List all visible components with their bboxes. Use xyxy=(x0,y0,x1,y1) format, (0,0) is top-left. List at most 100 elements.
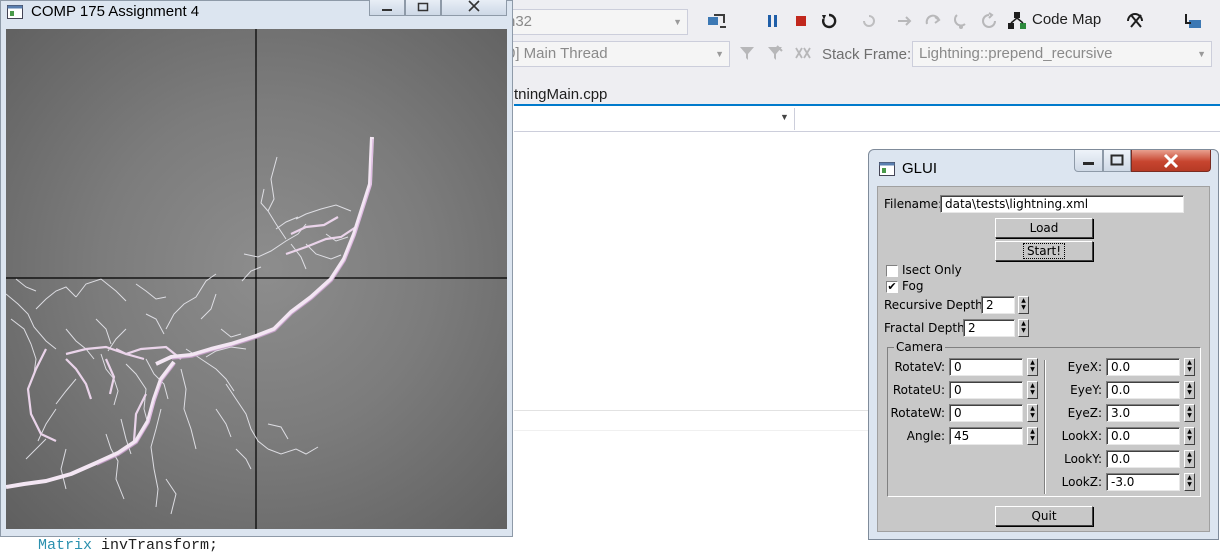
lookz-spinner[interactable]: ▲ ▼ xyxy=(1184,473,1195,491)
load-button[interactable]: Load xyxy=(995,218,1093,238)
start-button-label: Start! xyxy=(1022,243,1066,259)
close-icon xyxy=(467,0,481,15)
chevron-down-icon: ▼ xyxy=(1197,49,1206,59)
rotatew-label: RotateW: xyxy=(890,406,946,420)
opengl-window: COMP 175 Assignment 4 xyxy=(0,0,513,537)
step-back-icon[interactable] xyxy=(978,10,1000,32)
editor-divider xyxy=(514,430,874,431)
thread-combo[interactable]: 0] Main Thread ▼ xyxy=(500,41,730,67)
fractal-depth-label: Fractal Depth xyxy=(884,321,965,335)
rotatev-field[interactable]: 0 xyxy=(949,358,1023,376)
eyez-field[interactable]: 3.0 xyxy=(1106,404,1180,422)
chevron-down-icon: ▼ xyxy=(673,17,682,27)
recursive-depth-field[interactable]: 2 xyxy=(981,296,1015,314)
quit-button[interactable]: Quit xyxy=(995,506,1093,526)
maximize-button[interactable] xyxy=(1103,150,1131,172)
close-button[interactable] xyxy=(441,0,507,16)
stop-icon[interactable] xyxy=(790,10,812,32)
editor-tab[interactable]: tningMain.cpp xyxy=(514,86,607,103)
angle-field[interactable]: 45 xyxy=(949,427,1023,445)
exceptions-icon[interactable] xyxy=(1124,10,1146,32)
code-map-icon[interactable] xyxy=(1006,10,1028,32)
lookz-field[interactable]: -3.0 xyxy=(1106,473,1180,491)
rotatev-spinner[interactable]: ▲ ▼ xyxy=(1027,358,1038,376)
camera-panel: Camera RotateV: 0 ▲ ▼ RotateU: 0 ▲ ▼ Rotat… xyxy=(887,340,1201,497)
recursive-depth-label: Recursive Depth xyxy=(884,298,983,312)
maximize-button[interactable] xyxy=(405,0,441,16)
step-out-icon[interactable] xyxy=(950,10,972,32)
solution-platform-combo[interactable]: n32 ▼ xyxy=(500,9,688,35)
fractal-depth-spinner[interactable]: ▲ ▼ xyxy=(1018,319,1029,337)
maximize-icon xyxy=(1110,154,1124,166)
lookx-spinner[interactable]: ▲ ▼ xyxy=(1184,427,1195,445)
fractal-depth-field[interactable]: 2 xyxy=(963,319,1015,337)
eyey-field[interactable]: 0.0 xyxy=(1106,381,1180,399)
nav-bar-divider xyxy=(794,108,795,130)
angle-label: Angle: xyxy=(906,429,945,443)
rotateu-label: RotateU: xyxy=(892,383,945,397)
show-next-statement-icon[interactable] xyxy=(858,10,880,32)
rotatew-field[interactable]: 0 xyxy=(949,404,1023,422)
close-button[interactable] xyxy=(1131,150,1211,172)
camera-panel-title: Camera xyxy=(894,340,946,354)
load-button-label: Load xyxy=(1029,221,1059,235)
recursive-depth-spinner[interactable]: ▲ ▼ xyxy=(1018,296,1029,314)
rotateu-field[interactable]: 0 xyxy=(949,381,1023,399)
lookx-label: LookX: xyxy=(1061,429,1102,443)
expand-callstack-icon[interactable] xyxy=(792,42,814,64)
eyez-spinner[interactable]: ▲ ▼ xyxy=(1184,404,1195,422)
process-attach-icon[interactable] xyxy=(706,10,728,32)
step-into-specific-icon[interactable] xyxy=(1182,10,1204,32)
start-button[interactable]: Start! xyxy=(995,241,1093,261)
lookx-field[interactable]: 0.0 xyxy=(1106,427,1180,445)
close-icon xyxy=(1163,153,1179,168)
filter-icon[interactable] xyxy=(736,42,758,64)
isect-only-checkbox[interactable] xyxy=(886,265,898,277)
lookz-label: LookZ: xyxy=(1061,475,1102,489)
thread-value: 0] Main Thread xyxy=(507,45,608,62)
pause-icon[interactable] xyxy=(762,10,784,32)
looky-field[interactable]: 0.0 xyxy=(1106,450,1180,468)
editor-divider xyxy=(514,410,874,411)
step-over-icon[interactable] xyxy=(922,10,944,32)
minimize-button[interactable] xyxy=(369,0,405,16)
maximize-icon xyxy=(417,1,429,15)
minimize-button[interactable] xyxy=(1074,150,1103,172)
angle-spinner[interactable]: ▲ ▼ xyxy=(1027,427,1038,445)
fog-label: Fog xyxy=(902,279,924,293)
stack-frame-combo[interactable]: Lightning::prepend_recursive ▼ xyxy=(912,41,1212,67)
code-map-label[interactable]: Code Map xyxy=(1032,11,1101,28)
eyey-spinner[interactable]: ▲ ▼ xyxy=(1184,381,1195,399)
eyey-label: EyeY: xyxy=(1070,383,1102,397)
lightning-mid-branches xyxy=(26,216,357,442)
opengl-titlebar[interactable]: COMP 175 Assignment 4 xyxy=(1,0,512,25)
eyex-label: EyeX: xyxy=(1067,360,1102,374)
eyex-field[interactable]: 0.0 xyxy=(1106,358,1180,376)
step-into-icon[interactable] xyxy=(894,10,916,32)
looky-label: LookY: xyxy=(1064,452,1102,466)
lightning-main-bolt xyxy=(6,136,374,489)
restart-icon[interactable] xyxy=(818,10,840,32)
chevron-down-icon: ▼ xyxy=(715,49,724,59)
rotatev-label: RotateV: xyxy=(894,360,945,374)
stack-frame-label: Stack Frame: xyxy=(822,46,912,63)
lightning-render xyxy=(6,29,507,529)
app-window-icon xyxy=(879,162,895,179)
isect-only-label: Isect Only xyxy=(902,263,962,277)
opengl-canvas[interactable] xyxy=(6,29,507,529)
rotatew-spinner[interactable]: ▲ ▼ xyxy=(1027,404,1038,422)
camera-column-divider xyxy=(1044,360,1046,494)
window-title: COMP 175 Assignment 4 xyxy=(31,3,200,20)
navigation-bar[interactable]: ▼ xyxy=(514,106,1220,132)
filename-field[interactable]: data\tests\lightning.xml xyxy=(940,195,1184,213)
checkmark-icon: ✔ xyxy=(887,280,897,293)
fog-checkbox[interactable]: ✔ xyxy=(886,281,898,293)
minimize-icon xyxy=(381,1,393,15)
eyex-spinner[interactable]: ▲ ▼ xyxy=(1184,358,1195,376)
looky-spinner[interactable]: ▲ ▼ xyxy=(1184,450,1195,468)
rotateu-spinner[interactable]: ▲ ▼ xyxy=(1027,381,1038,399)
lightning-main-bolt-shade xyxy=(96,138,374,466)
chevron-down-icon[interactable]: ▼ xyxy=(780,112,789,122)
flag-threads-icon[interactable] xyxy=(764,42,786,64)
glui-window: GLUI Filename: data\tests\lightning.xml … xyxy=(868,149,1219,540)
